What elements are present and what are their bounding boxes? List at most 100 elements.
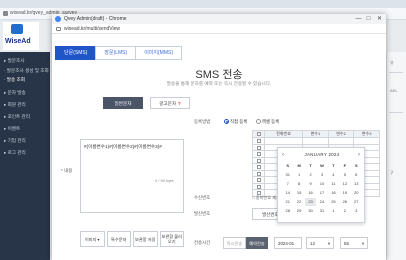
sidebar-item[interactable]: ▸ 기업 관리 [4,138,26,144]
calendar-day[interactable]: 31 [316,207,327,215]
recipient-number-label: 수신번호 [194,195,211,200]
minimize-button[interactable]: — [354,15,363,23]
sidebar-item[interactable]: ▸ 문자 발송 [4,90,26,96]
calendar-day[interactable]: 3 [316,171,327,179]
tab-mms[interactable]: 이미지(MMS) [135,46,182,60]
calendar-day[interactable]: 19 [339,189,350,197]
tab-sms[interactable]: 단문(SMS) [55,46,97,60]
calendar-day[interactable]: 30 [305,207,316,215]
calendar-day[interactable]: 12 [339,180,350,188]
calendar-day[interactable]: 2 [339,207,350,215]
calendar-day[interactable]: 16 [305,189,316,197]
chevron-down-icon: ▼ [361,241,365,246]
calendar-day[interactable]: 29 [293,207,304,215]
calendar-day[interactable]: 18 [328,189,339,197]
calendar-day[interactable]: 15 [293,189,304,197]
tab-lms[interactable]: 장문(LMS) [95,46,137,60]
minute-select[interactable]: 55 ▼ [340,237,368,249]
background-label: 유 [390,60,394,65]
date-input[interactable]: 2024-01 [274,237,302,249]
calendar-day[interactable]: 1 [328,207,339,215]
calendar-day[interactable]: 13 [351,180,362,188]
calendar-day[interactable]: 8 [293,180,304,188]
hour-select[interactable]: 12 ▼ [306,237,334,249]
sidebar-item[interactable]: ▸ 로그 관리 [4,150,26,156]
calendar-day[interactable]: 3 [351,207,362,215]
date-value: 2024-01 [278,241,295,246]
page-subtitle: 발송을 통해 문자를 예약 또는 즉시 전송할 수 있습니다. [166,81,272,86]
register-method-options: 직접 등록 엑셀 등록 [224,119,279,125]
send-now-button[interactable]: 즉시전송 [223,237,246,249]
calendar-day[interactable]: 10 [316,180,327,188]
weekday-label: M [297,163,301,168]
tab-general-message[interactable]: 일반문자 [103,97,143,109]
load-from-storage-button[interactable]: 보관함 불러오기 [159,231,184,247]
radio-excel-label: 엑셀 등록 [261,119,280,124]
send-time-label: 전송시간 [194,240,211,245]
window-address-bar[interactable]: wisead.kr/multi/sendView [52,24,386,34]
weekday-label: T [332,163,335,168]
weekday-label: S [354,163,358,168]
help-icon[interactable]: ? [178,101,181,106]
image-dropdown-button[interactable]: 이미지 ▾ [80,231,105,247]
sidebar-item[interactable]: · 발송 조회 [4,77,25,83]
calendar-day[interactable]: 25 [328,198,339,206]
save-to-storage-button[interactable]: 보관함 저장 [133,231,158,247]
sender-number-label: 발신번호 [194,211,211,216]
calendar-day[interactable]: 24 [316,198,327,206]
window-titlebar[interactable]: Qvey Admin(draft) - Chrome — □ ✕ [52,14,386,24]
sidebar-item[interactable]: ▸ 발문조사 [4,58,25,64]
window-url: wisead.kr/multi/sendView [64,26,121,32]
page-title: SMS 전송 [195,69,243,81]
calendar-day[interactable]: 21 [282,198,293,206]
message-panel: 일반문자 광고문자? * 내용 #{이름변수1}#{이름변수2}#{이름변수3}… [60,96,190,260]
calendar-day[interactable]: 17 [316,189,327,197]
message-type-tabs: 단문(SMS) 장문(LMS) 이미지(MMS) [55,46,182,60]
calendar-day[interactable]: 14 [282,189,293,197]
send-scheduled-button[interactable]: 예약전송 [246,237,268,249]
date-picker: ‹ JANUARY 2024 › S M T W T F S 31 1 2 3 4 5 6 7 8 9 10 11 1… [277,147,365,223]
tab-ad-message[interactable]: 광고문자? [150,97,190,109]
radio-excel[interactable] [255,119,261,125]
column-header-var3: 변수3 [353,130,380,138]
calendar-day[interactable]: 1 [293,171,304,179]
content-label: * 내용 [61,168,73,173]
column-header-var2: 변수2 [327,130,355,138]
close-button[interactable]: ✕ [375,15,384,23]
chevron-down-icon: ▼ [327,241,331,246]
calendar-day[interactable]: 7 [282,180,293,188]
weekday-label: W [320,163,324,168]
calendar-day[interactable]: 26 [339,198,350,206]
sidebar-item[interactable]: ▸ 회원 관리 [4,102,26,108]
calendar-day[interactable]: 22 [293,198,304,206]
calendar-day[interactable]: 9 [305,180,316,188]
calendar-day[interactable]: 27 [351,198,362,206]
column-header-phone: 전화번호 [263,130,304,138]
calendar-day[interactable]: 4 [328,171,339,179]
calendar-day[interactable]: 6 [351,171,362,179]
special-characters-button[interactable]: 특수문자 [106,231,131,247]
calendar-day[interactable]: 23 [304,197,317,206]
register-method-label: 등록방법 [194,119,211,124]
maximize-button[interactable]: □ [364,15,373,23]
radio-direct[interactable] [224,119,229,125]
calendar-day[interactable]: 20 [351,189,362,197]
sidebar-item[interactable]: · 발문조사 생성 및 조회 [4,68,49,74]
select-all-checkbox[interactable] [252,130,265,138]
background-content-right: 유 AEL 구 [386,52,406,260]
dedupe-option[interactable]: □ 중복번호 제거 [252,195,280,201]
background-label: AEL [390,88,398,93]
calendar-day[interactable]: 2 [305,171,316,179]
sidebar-item[interactable]: ▸ 이벤트 [4,126,20,132]
calendar-day[interactable]: 31 [282,171,293,179]
logo: WiseAd [3,22,39,50]
sidebar-item[interactable]: ▸ 포인트 관리 [4,114,30,120]
calendar-day[interactable]: 5 [339,171,350,179]
calendar-day[interactable]: 11 [328,180,339,188]
next-month-icon[interactable]: › [358,151,360,159]
message-textarea[interactable]: #{이름변수1}#{이름변수2}#{이름변수3}# [80,139,184,213]
message-text: #{이름변수1}#{이름변수2}#{이름변수3}# [84,144,162,149]
calendar-month: JANUARY 2024 [304,152,340,157]
calendar-day[interactable]: 28 [282,207,293,215]
radio-direct-label: 직접 등록 [230,119,248,124]
